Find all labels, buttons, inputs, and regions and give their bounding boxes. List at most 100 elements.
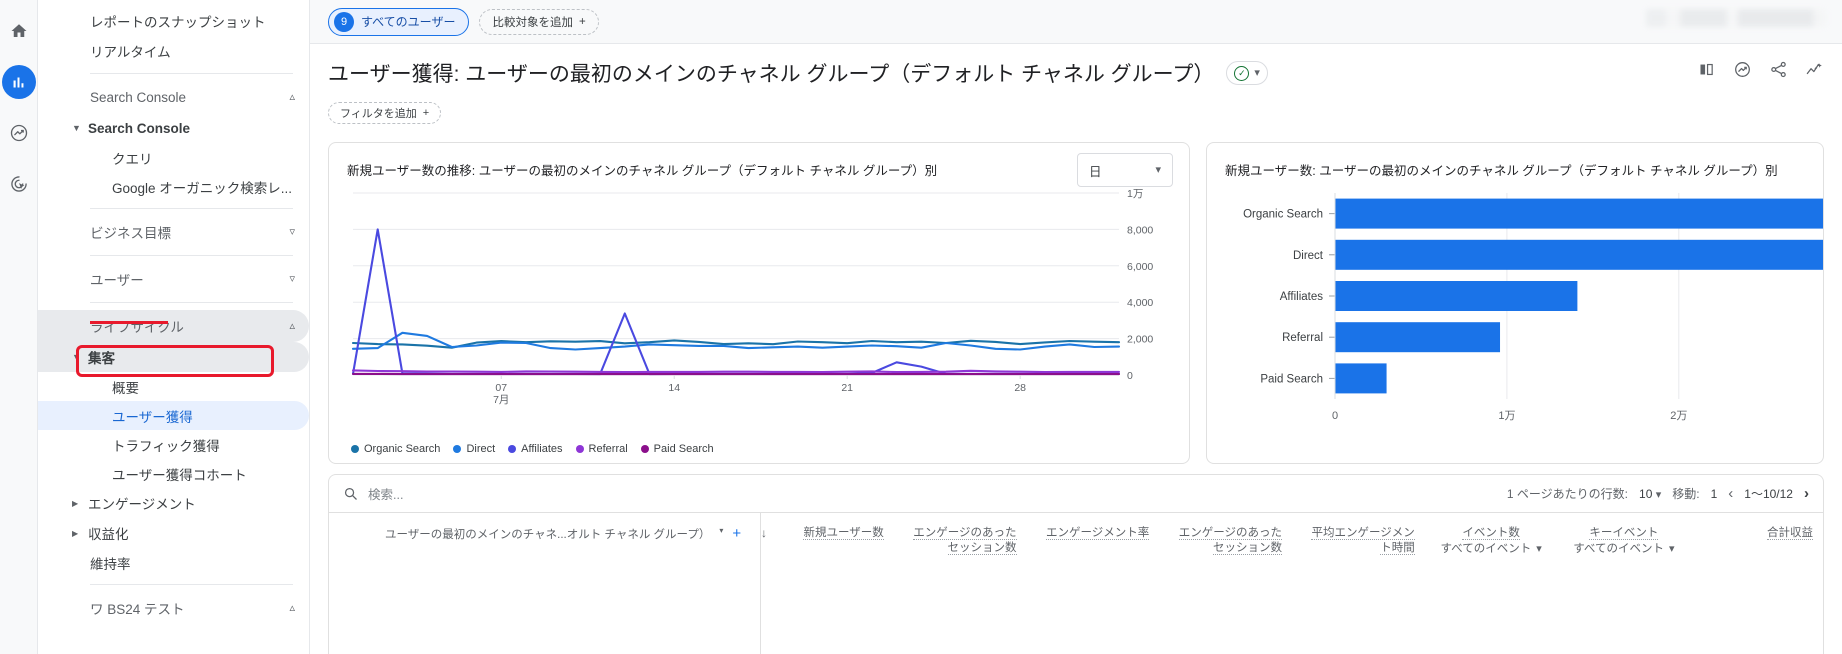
trend-icon[interactable] xyxy=(1805,60,1824,82)
sidebar-item-acquisition[interactable]: ▼ 集客 xyxy=(38,342,309,372)
search-box[interactable]: 検索... xyxy=(343,484,403,503)
reports-icon[interactable] xyxy=(1,65,36,99)
bar-category-label: Referral xyxy=(1282,332,1323,344)
legend-label: Organic Search xyxy=(364,443,441,455)
advertising-icon[interactable] xyxy=(2,167,36,201)
data-validity-chip[interactable]: ✓ ▾ xyxy=(1226,61,1268,85)
sidebar-item-engagement[interactable]: ▶ エンゲージメント xyxy=(38,488,309,518)
sidebar-group-search-console[interactable]: Search Console ▵ xyxy=(38,81,309,113)
divider xyxy=(90,255,293,256)
legend-item[interactable]: Paid Search xyxy=(640,443,714,455)
x-axis-month-label: 7月 xyxy=(493,394,509,406)
bar-chart-title: 新規ユーザー数: ユーザーの最初のメインのチャネル グループ（デフォルト チャネ… xyxy=(1225,164,1778,178)
home-icon[interactable] xyxy=(2,14,36,48)
bar-affiliates[interactable] xyxy=(1335,281,1578,311)
prev-page-button[interactable]: ‹ xyxy=(1728,485,1733,502)
comparison-toolbar: 9 すべてのユーザー 比較対象を追加 + xyxy=(310,0,1842,44)
explore-icon[interactable] xyxy=(2,116,36,150)
goto-label: 移動: xyxy=(1672,487,1700,501)
add-comparison-label: 比較対象を追加 xyxy=(492,16,573,29)
legend-item[interactable]: Referral xyxy=(575,443,628,455)
table-pagination: 1 ページあたりの行数: 10 ▾ 移動: 1 ‹ 1～10/12 › xyxy=(1507,485,1809,502)
sidebar-item-user-acquisition-cohort[interactable]: ユーザー獲得コホート xyxy=(38,459,309,488)
chevron-up-icon: ▵ xyxy=(289,90,295,103)
column-header-engaged-sessions[interactable]: エンゲージのあったセッション数 xyxy=(894,513,1027,654)
sidebar-item-monetization[interactable]: ▶ 収益化 xyxy=(38,518,309,548)
rows-per-page-select[interactable]: 10 ▾ xyxy=(1639,487,1661,501)
sidebar-group-bs24-test[interactable]: ワ BS24 テスト ▵ xyxy=(38,592,309,624)
y-axis-tick-label: 4,000 xyxy=(1127,297,1153,309)
goto-input[interactable]: 1 xyxy=(1711,487,1718,501)
sidebar-item-retention[interactable]: 維持率 xyxy=(38,548,309,577)
column-header-avg-engagement-time[interactable]: 平均エンゲージメント時間 xyxy=(1292,513,1425,654)
all-users-chip[interactable]: 9 すべてのユーザー xyxy=(328,7,470,36)
next-page-button[interactable]: › xyxy=(1804,485,1809,502)
sidebar-item-label: クエリ xyxy=(112,151,153,167)
legend-swatch xyxy=(640,445,649,453)
sidebar-group-lifecycle[interactable]: ライフサイクル ▵ xyxy=(38,310,309,342)
x-axis-tick-label: 28 xyxy=(1014,382,1026,394)
bar-direct[interactable] xyxy=(1335,239,1824,270)
sidebar-item-realtime[interactable]: リアルタイム xyxy=(38,36,309,66)
insights-icon[interactable] xyxy=(1733,60,1752,82)
sidebar-group-business-goal[interactable]: ビジネス目標 ▿ xyxy=(38,216,309,248)
charts-row: 新規ユーザー数の推移: ユーザーの最初のメインのチャネル グループ（デフォルト … xyxy=(310,132,1842,464)
table-toolbar: 検索... 1 ページあたりの行数: 10 ▾ 移動: 1 ‹ 1～10/12 … xyxy=(329,475,1823,513)
chevron-down-icon[interactable]: ▾ xyxy=(1669,543,1675,555)
sidebar-item-user-acquisition[interactable]: ユーザー獲得 xyxy=(38,401,309,430)
plus-icon: + xyxy=(422,107,430,119)
add-filter-button[interactable]: フィルタを追加 + xyxy=(328,102,442,124)
page-action-icons xyxy=(1697,60,1824,82)
divider xyxy=(90,208,293,209)
sidebar-item-overview[interactable]: 概要 xyxy=(38,372,309,401)
column-header-engaged-sessions-per-user[interactable]: エンゲージのあったセッション数 xyxy=(1159,513,1292,654)
column-header-label: エンゲージのあったセッション数 xyxy=(913,527,1017,556)
column-header-event-count[interactable]: イベント数 すべてのイベント ▾ xyxy=(1425,513,1558,654)
sidebar-group-user[interactable]: ユーザー ▿ xyxy=(38,263,309,295)
legend-label: Referral xyxy=(588,443,628,455)
sidebar-group-label: ワ BS24 テスト xyxy=(90,602,185,617)
bar-referral[interactable] xyxy=(1335,322,1501,353)
sidebar-item-label: リアルタイム xyxy=(90,45,171,60)
chevron-up-icon: ▵ xyxy=(289,319,295,332)
legend-swatch xyxy=(351,445,359,453)
legend-item[interactable]: Affiliates xyxy=(508,443,563,455)
add-comparison-button[interactable]: 比較対象を追加 + xyxy=(479,8,599,35)
sidebar-item-queries[interactable]: クエリ xyxy=(38,143,309,172)
sidebar-item-search-console[interactable]: ▼ Search Console xyxy=(38,113,309,143)
y-axis-tick-label: 8,000 xyxy=(1127,224,1153,236)
sidebar-item-google-organic-search[interactable]: Google オーガニック検索レ... xyxy=(38,172,309,201)
sidebar-item-label: Google オーガニック検索レ... xyxy=(112,180,293,196)
bar-organic-search[interactable] xyxy=(1335,198,1824,229)
x-axis-tick-label: 2万 xyxy=(1670,410,1687,422)
table-header-row: ユーザーの最初のメインのチャネ...オルト チャネル グループ） ▾ + ↓ 新規… xyxy=(329,513,1823,654)
sidebar-item-label: ユーザー獲得コホート xyxy=(112,467,247,483)
legend-item[interactable]: Organic Search xyxy=(351,443,440,455)
column-header-label: 新規ユーザー数 xyxy=(803,527,884,540)
page-header: ユーザー獲得: ユーザーの最初のメインのチャネル グループ（デフォルト チャネル… xyxy=(310,44,1842,102)
sort-arrow-icon[interactable]: ↓ xyxy=(761,526,767,542)
dimension-label: ユーザーの最初のメインのチャネ...オルト チャネル グループ） xyxy=(385,529,711,541)
sidebar-item-report-snapshot[interactable]: レポートのスナップショット xyxy=(38,6,309,36)
column-header-key-events[interactable]: キーイベント すべてのイベント ▾ xyxy=(1558,513,1691,654)
divider xyxy=(90,73,293,74)
bar-chart-svg: 01万2万3万4万Organic SearchDirectAffiliatesR… xyxy=(1243,193,1824,422)
line-chart-card: 新規ユーザー数の推移: ユーザーの最初のメインのチャネル グループ（デフォルト … xyxy=(328,142,1190,464)
column-header-total-revenue[interactable]: 合計収益 xyxy=(1690,513,1823,654)
add-dimension-icon[interactable]: + xyxy=(732,526,741,541)
column-header-label: エンゲージメント率 xyxy=(1045,527,1150,540)
share-icon[interactable] xyxy=(1769,60,1788,82)
legend-item[interactable]: Direct xyxy=(453,443,495,455)
chevron-down-icon[interactable]: ▾ xyxy=(719,526,723,535)
sidebar-group-label: ライフサイクル xyxy=(90,320,184,335)
page-range: 1～10/12 xyxy=(1744,487,1793,501)
chevron-down-icon[interactable]: ▾ xyxy=(1536,543,1542,555)
legend-label: Paid Search xyxy=(653,443,714,455)
sidebar-item-traffic-acquisition[interactable]: トラフィック獲得 xyxy=(38,430,309,459)
bar-paid-search[interactable] xyxy=(1335,363,1387,394)
dimension-column-header[interactable]: ユーザーの最初のメインのチャネ...オルト チャネル グループ） ▾ + xyxy=(329,513,761,654)
compare-icon[interactable] xyxy=(1697,61,1716,81)
column-header-new-users[interactable]: ↓ 新規ユーザー数 xyxy=(761,513,894,654)
column-header-engagement-rate[interactable]: エンゲージメント率 xyxy=(1027,513,1160,654)
granularity-select[interactable]: 日 ▾ xyxy=(1077,153,1173,187)
